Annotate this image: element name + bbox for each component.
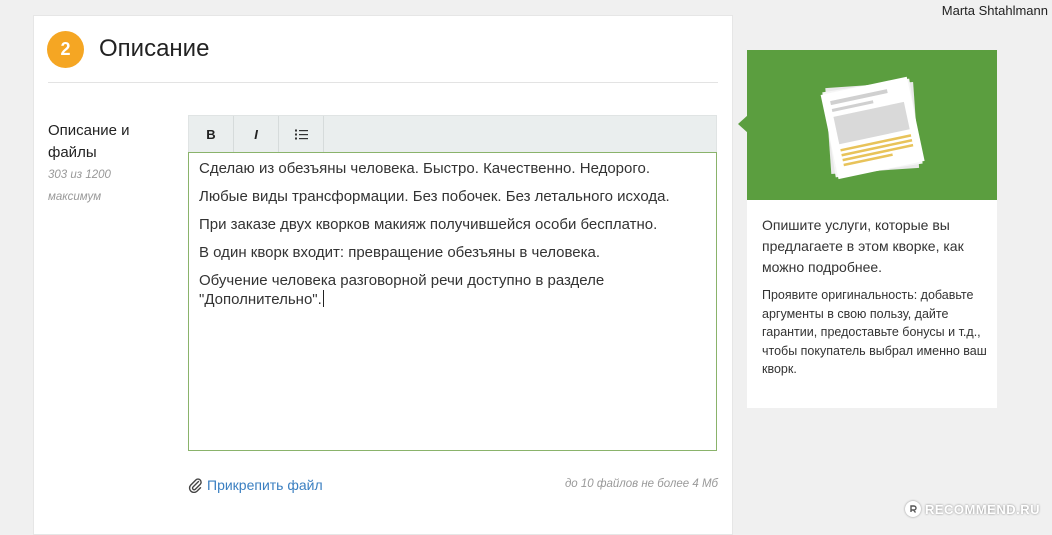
editor-paragraph: В один кворк входит: превращение обезъян… [199, 244, 601, 261]
watermark: RECOMMEND.RU [904, 501, 1040, 517]
editor-toolbar: B I [188, 115, 717, 152]
attachment-limit-hint: до 10 файлов не более 4 Мб [564, 478, 718, 490]
description-editor[interactable]: Сделаю из обезъяны человека. Быстро. Кач… [188, 152, 717, 451]
bullet-list-button[interactable] [279, 116, 324, 152]
italic-button[interactable]: I [234, 116, 279, 152]
help-sub-text: Проявите оригинальность: добавьте аргуме… [762, 288, 987, 376]
section-divider [48, 82, 718, 83]
attach-file-link[interactable]: Прикрепить файл [188, 477, 323, 493]
field-label: Описание и файлы [48, 122, 130, 161]
editor-paragraph-last: Обучение человека разговорной речи досту… [199, 271, 706, 309]
editor-paragraph-text: Обучение человека разговорной речи досту… [199, 272, 605, 308]
editor-paragraph: Любые виды трансформации. Без побочек. Б… [199, 188, 670, 205]
text-cursor [322, 290, 324, 307]
watermark-text: RECOMMEND.RU [924, 501, 1040, 517]
editor-paragraph: Сделаю из обезъяны человека. Быстро. Кач… [199, 160, 651, 177]
list-icon [294, 129, 308, 139]
step-badge: 2 [47, 31, 84, 68]
documents-icon [820, 76, 925, 180]
username[interactable]: Marta Shtahlmann [942, 3, 1048, 18]
help-main-text: Опишите услуги, которые вы предлагаете в… [762, 217, 964, 275]
attach-file-label: Прикрепить файл [207, 477, 323, 493]
section-title: Описание [99, 35, 210, 62]
bold-button[interactable]: B [189, 116, 234, 152]
editor-paragraph: При заказе двух кворков макияж получивше… [199, 216, 658, 233]
paperclip-icon [188, 478, 202, 493]
character-counter: 303 из 1200 максимум [48, 169, 111, 203]
help-illustration [747, 50, 997, 200]
help-panel: Опишите услуги, которые вы предлагаете в… [747, 50, 997, 408]
recommend-logo-icon [904, 501, 921, 517]
